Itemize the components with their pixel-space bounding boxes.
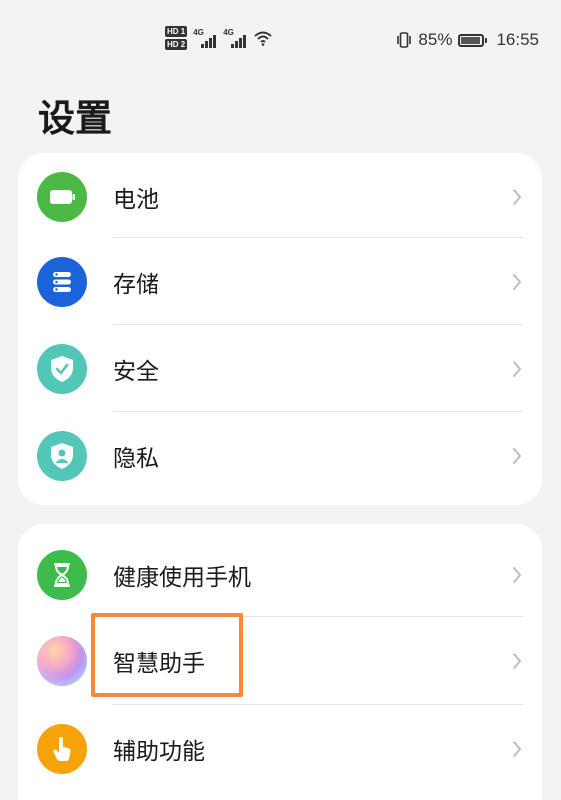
settings-item-battery[interactable]: 电池 — [18, 153, 542, 240]
settings-item-privacy[interactable]: 隐私 — [18, 412, 542, 499]
sim1-bars — [201, 35, 216, 48]
status-bar: HD 1 HD 2 4G 4G 85% 16:55 — [0, 0, 561, 80]
settings-item-label: 隐私 — [113, 445, 159, 472]
settings-item-digital-balance[interactable]: 健康使用手机 — [18, 531, 542, 618]
shield-check-icon — [37, 343, 87, 394]
chevron-right-icon — [513, 447, 521, 464]
page-title: 设置 — [38, 97, 112, 140]
settings-group-2: 健康使用手机 智慧助手 辅助功能 — [18, 524, 542, 800]
sim2-bars — [231, 35, 246, 48]
storage-icon — [37, 256, 87, 307]
chevron-right-icon — [513, 188, 521, 205]
settings-item-label: 健康使用手机 — [113, 564, 251, 591]
chevron-right-icon — [513, 652, 521, 669]
settings-item-security[interactable]: 安全 — [18, 325, 542, 412]
hand-tap-icon — [37, 723, 87, 774]
hd-tags: HD 1 HD 2 — [165, 26, 188, 50]
sim-status-group: HD 1 HD 2 4G 4G — [165, 26, 273, 50]
settings-item-smart-assistant[interactable]: 智慧助手 — [18, 617, 542, 704]
hourglass-icon — [37, 549, 87, 600]
battery-icon — [37, 171, 87, 222]
assistant-orb-icon — [37, 635, 87, 686]
sim1-signal-icon: 4G — [193, 28, 217, 48]
chevron-right-icon — [513, 740, 521, 757]
settings-item-label: 辅助功能 — [113, 738, 205, 765]
chevron-right-icon — [513, 566, 521, 583]
clock: 16:55 — [496, 30, 539, 49]
status-right: 85% 16:55 — [396, 30, 539, 50]
settings-item-label: 存储 — [113, 271, 159, 298]
settings-item-storage[interactable]: 存储 — [18, 238, 542, 325]
settings-item-accessibility[interactable]: 辅助功能 — [18, 705, 542, 792]
battery-level-icon — [458, 33, 488, 47]
battery-fill — [461, 36, 481, 44]
battery-percent: 85% — [418, 30, 453, 49]
wifi-icon — [254, 31, 272, 46]
settings-item-label: 电池 — [113, 186, 159, 213]
sim1-hd-tag: HD 1 — [165, 26, 188, 37]
sim2-signal-icon: 4G — [223, 28, 247, 48]
settings-item-label: 安全 — [113, 358, 159, 385]
vibrate-icon — [397, 32, 412, 48]
settings-item-label: 智慧助手 — [113, 650, 205, 677]
privacy-shield-icon — [37, 430, 87, 481]
chevron-right-icon — [513, 273, 521, 290]
chevron-right-icon — [513, 360, 521, 377]
settings-group-1: 电池 存储 安全 隐私 — [18, 153, 542, 505]
sim2-hd-tag: HD 2 — [165, 39, 188, 50]
